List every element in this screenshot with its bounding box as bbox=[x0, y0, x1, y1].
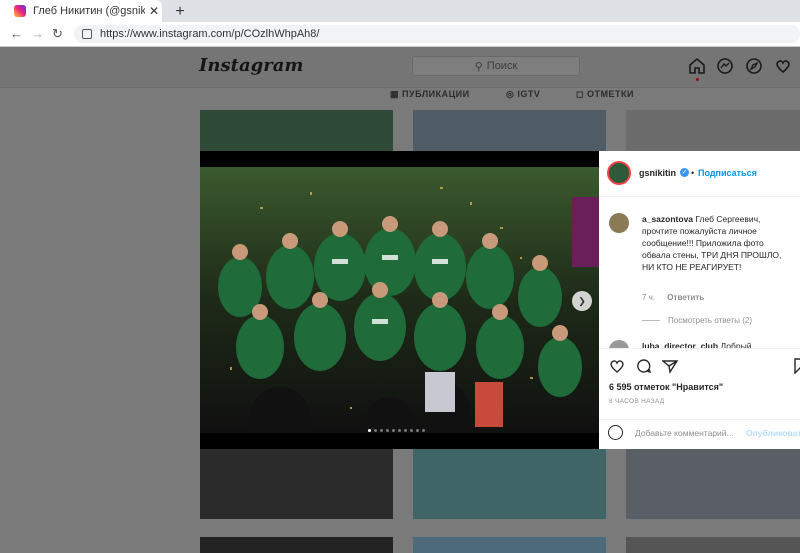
grid-thumbnail[interactable] bbox=[626, 449, 800, 519]
instagram-favicon-icon bbox=[14, 5, 26, 17]
emoji-icon[interactable] bbox=[608, 425, 623, 440]
next-post-arrow-icon[interactable]: › bbox=[786, 160, 790, 174]
search-input[interactable]: ⚲ Поиск bbox=[412, 56, 580, 76]
back-icon[interactable]: ← bbox=[10, 26, 23, 41]
lock-icon bbox=[82, 29, 92, 39]
grid-thumbnail[interactable] bbox=[200, 110, 393, 151]
view-replies-button[interactable]: Посмотреть ответы (2) bbox=[642, 316, 752, 325]
grid-thumbnail[interactable] bbox=[200, 449, 393, 519]
instagram-header: Instagram ⚲ Поиск bbox=[0, 47, 800, 88]
search-placeholder: Поиск bbox=[486, 60, 518, 72]
new-tab-button[interactable]: + bbox=[170, 2, 190, 22]
grid-thumbnail[interactable] bbox=[626, 110, 800, 151]
add-comment-row: Добавьте комментарий... Опубликовать bbox=[599, 419, 800, 450]
follow-button[interactable]: Подписаться bbox=[698, 168, 757, 178]
notification-dot bbox=[696, 78, 699, 81]
comment-meta: 7 ч. Ответить bbox=[642, 293, 704, 302]
browser-tab[interactable]: Глеб Никитин (@gsnikitin) • Фото ✕ bbox=[0, 0, 162, 22]
profile-tabs: ▦ ПУБЛИКАЦИИ ◎ IGTV ◻ ОТМЕТКИ bbox=[0, 89, 800, 101]
carousel-dot bbox=[380, 429, 383, 432]
commenter-avatar[interactable] bbox=[609, 213, 629, 233]
explore-icon[interactable] bbox=[745, 57, 763, 75]
reply-button[interactable]: Ответить bbox=[667, 293, 704, 302]
messenger-icon[interactable] bbox=[716, 57, 734, 75]
comment-item: a_sazontova Глеб Сергеевич, прочтите пож… bbox=[642, 213, 792, 273]
post-side-panel: gsnikitin ✓ • Подписаться a_sazontova Гл… bbox=[599, 151, 800, 449]
post-actions: 6 595 отметок "Нравится" 8 ЧАСОВ НАЗАД bbox=[599, 348, 800, 409]
post-photo[interactable] bbox=[200, 167, 599, 433]
grid-thumbnail[interactable] bbox=[413, 449, 606, 519]
forward-icon[interactable]: → bbox=[31, 26, 44, 41]
comment-icon[interactable] bbox=[636, 358, 652, 374]
comment-input[interactable]: Добавьте комментарий... bbox=[635, 428, 734, 438]
tab-publications[interactable]: ▦ ПУБЛИКАЦИИ bbox=[390, 89, 470, 100]
carousel-dot bbox=[368, 429, 371, 432]
carousel-dot bbox=[410, 429, 413, 432]
browser-tab-strip: Глеб Никитин (@gsnikitin) • Фото ✕ + bbox=[0, 0, 800, 22]
grid-thumbnail[interactable] bbox=[413, 110, 606, 151]
next-photo-button[interactable]: ❯ bbox=[572, 291, 592, 311]
tab-title: Глеб Никитин (@gsnikitin) • Фото bbox=[33, 5, 145, 17]
url-text: https://www.instagram.com/p/COzlhWhpAh8/ bbox=[100, 28, 320, 40]
carousel-dot bbox=[392, 429, 395, 432]
carousel-dot bbox=[416, 429, 419, 432]
publish-button[interactable]: Опубликовать bbox=[746, 428, 800, 438]
post-header: gsnikitin ✓ • Подписаться bbox=[599, 151, 800, 197]
carousel-dot bbox=[398, 429, 401, 432]
carousel-dot bbox=[374, 429, 377, 432]
likes-count[interactable]: 6 595 отметок "Нравится" bbox=[609, 382, 723, 392]
grid-thumbnail[interactable] bbox=[200, 537, 393, 553]
post-photo-frame: ❯ bbox=[200, 151, 599, 449]
activity-heart-icon[interactable] bbox=[774, 57, 792, 75]
home-icon[interactable] bbox=[688, 57, 706, 75]
instagram-logo[interactable]: Instagram bbox=[199, 55, 303, 76]
search-icon: ⚲ bbox=[474, 60, 483, 73]
share-icon[interactable] bbox=[662, 358, 678, 374]
post-timestamp: 8 ЧАСОВ НАЗАД bbox=[609, 398, 665, 405]
replies-line bbox=[642, 320, 660, 322]
carousel-dot bbox=[404, 429, 407, 432]
grid-thumbnail[interactable] bbox=[626, 537, 800, 553]
tab-igtv[interactable]: ◎ IGTV bbox=[506, 89, 540, 100]
address-bar-row: ← → ↻ https://www.instagram.com/p/COzlhW… bbox=[0, 22, 800, 47]
separator-dot: • bbox=[691, 168, 695, 178]
tab-tagged[interactable]: ◻ ОТМЕТКИ bbox=[576, 89, 634, 100]
url-field[interactable]: https://www.instagram.com/p/COzlhWhpAh8/ bbox=[74, 25, 800, 43]
carousel-dot bbox=[386, 429, 389, 432]
like-heart-icon[interactable] bbox=[609, 358, 625, 374]
author-avatar[interactable] bbox=[607, 161, 631, 185]
comment-time: 7 ч. bbox=[642, 293, 656, 302]
carousel-dot bbox=[422, 429, 425, 432]
verified-badge-icon: ✓ bbox=[680, 168, 689, 177]
grid-thumbnail[interactable] bbox=[413, 537, 606, 553]
reload-icon[interactable]: ↻ bbox=[52, 26, 63, 42]
bookmark-icon[interactable] bbox=[792, 358, 800, 374]
comment-username[interactable]: a_sazontova bbox=[642, 214, 693, 224]
author-username[interactable]: gsnikitin bbox=[639, 168, 676, 178]
close-tab-icon[interactable]: ✕ bbox=[149, 4, 159, 18]
carousel-dots bbox=[368, 419, 428, 437]
